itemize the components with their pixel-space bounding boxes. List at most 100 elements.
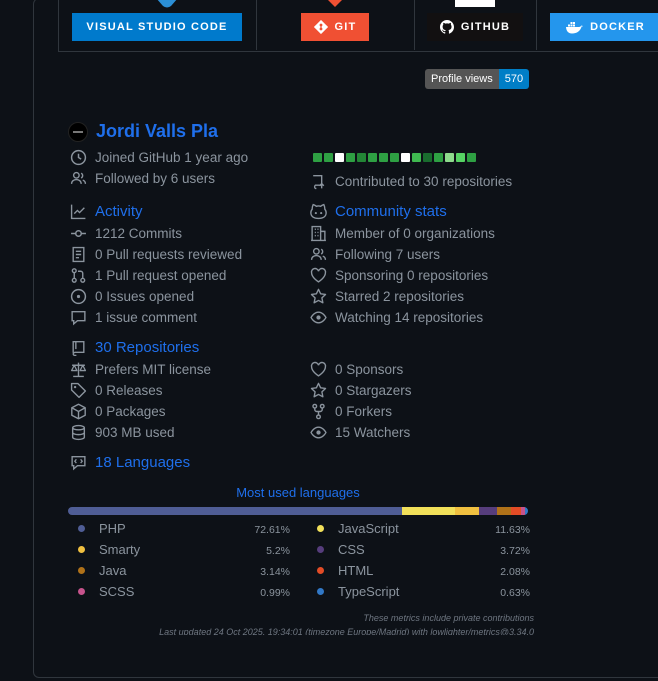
watching-text: Watching 14 repositories <box>335 310 484 325</box>
language-bar-segment <box>510 507 521 515</box>
forkers-text: 0 Forkers <box>335 404 393 419</box>
user-header: Jordi Valls Pla <box>68 121 218 142</box>
language-percent: 11.63% <box>495 524 530 536</box>
watching-row: Watching 14 repositories <box>310 309 483 326</box>
divider <box>414 0 415 50</box>
git-icon <box>313 20 328 34</box>
calendar-day <box>401 153 410 162</box>
code-review-icon <box>72 246 85 263</box>
activity-title[interactable]: Activity <box>95 203 143 220</box>
followers-row: Followed by 6 users <box>70 170 215 187</box>
repositories-header: 30 Repositories <box>70 339 199 356</box>
language-bar-segment <box>402 507 456 515</box>
divider <box>536 0 537 50</box>
pull-requests-text: 1 Pull request opened <box>95 268 227 283</box>
badge-label: VISUAL STUDIO CODE <box>86 21 228 33</box>
languages-bar <box>68 507 528 515</box>
language-color-dot <box>78 588 85 595</box>
calendar-day <box>313 153 322 162</box>
calendar-day <box>379 153 388 162</box>
avatar <box>68 121 88 142</box>
watchers-row: 15 Watchers <box>310 424 410 441</box>
octoface-icon <box>310 203 327 220</box>
language-bar-segment <box>479 507 497 515</box>
github-logo-icon <box>455 0 495 7</box>
calendar-day <box>324 153 333 162</box>
releases-row: 0 Releases <box>70 382 163 399</box>
fork-icon <box>312 403 325 420</box>
sponsoring-text: Sponsoring 0 repositories <box>335 268 489 283</box>
packages-row: 0 Packages <box>70 403 166 420</box>
language-bar-segment <box>68 507 402 515</box>
joined-text: Joined GitHub 1 year ago <box>95 150 249 165</box>
followers-text: Followed by 6 users <box>95 171 216 186</box>
community-title[interactable]: Community stats <box>335 203 447 220</box>
calendar-day <box>412 153 421 162</box>
comments-row: 1 issue comment <box>70 309 197 326</box>
language-color-dot <box>317 567 324 574</box>
user-name[interactable]: Jordi Valls Pla <box>96 121 218 142</box>
eye-icon <box>310 311 327 324</box>
language-color-dot <box>317 525 324 532</box>
languages-title[interactable]: 18 Languages <box>95 454 190 471</box>
language-item: Smarty <box>78 542 140 557</box>
organizations-row: Member of 0 organizations <box>310 225 495 242</box>
repo-push-icon <box>313 174 325 190</box>
community-header: Community stats <box>310 203 447 220</box>
language-color-dot <box>317 546 324 553</box>
repositories-title[interactable]: 30 Repositories <box>95 339 199 356</box>
private-contributions-note: These metrics include private contributi… <box>363 613 534 623</box>
language-item: CSS <box>317 542 365 557</box>
following-row: Following 7 users <box>310 246 440 263</box>
language-name: Smarty <box>99 542 141 557</box>
pull-requests-row: 1 Pull request opened <box>70 267 226 284</box>
profile-views-label: Profile views <box>425 69 499 89</box>
language-name: Java <box>99 563 127 578</box>
contribution-calendar <box>313 153 476 162</box>
language-item: HTML <box>317 563 373 578</box>
releases-text: 0 Releases <box>95 383 163 398</box>
language-name: JavaScript <box>338 521 399 536</box>
language-color-dot <box>78 546 85 553</box>
git-logo-icon <box>328 0 342 7</box>
commit-icon <box>71 229 86 238</box>
pull-request-icon <box>71 268 86 283</box>
badge-label: GIT <box>334 21 357 33</box>
language-name: TypeScript <box>338 584 400 599</box>
star-icon <box>310 288 327 304</box>
database-icon <box>71 424 86 441</box>
star-icon <box>310 382 327 398</box>
docker-badge[interactable]: DOCKER <box>550 13 658 41</box>
tag-icon <box>70 382 87 399</box>
comments-text: 1 issue comment <box>95 310 198 325</box>
vscode-logo-icon <box>157 0 177 8</box>
people-icon <box>70 171 87 184</box>
github-badge[interactable]: GITHUB <box>427 13 523 41</box>
language-percent: 0.99% <box>260 587 290 599</box>
activity-header: Activity <box>70 203 143 220</box>
starred-text: Starred 2 repositories <box>335 289 465 304</box>
commits-row: 1212 Commits <box>70 225 182 242</box>
disk-usage-row: 903 MB used <box>70 424 175 441</box>
eye-icon <box>310 426 327 439</box>
github-icon <box>439 20 454 34</box>
vscode-badge[interactable]: VISUAL STUDIO CODE <box>72 13 242 41</box>
last-updated-note: Last updated 24 Oct 2025, 19:34:01 (time… <box>159 627 534 635</box>
issues-row: 0 Issues opened <box>70 288 194 305</box>
clock-icon <box>70 149 87 166</box>
language-item: PHP <box>78 521 126 536</box>
divider <box>256 0 257 50</box>
profile-views-count: 570 <box>498 69 530 89</box>
language-color-dot <box>317 588 324 595</box>
git-badge[interactable]: GIT <box>301 13 369 41</box>
reviews-row: 0 Pull requests reviewed <box>70 246 242 263</box>
language-name: CSS <box>338 542 365 557</box>
watchers-text: 15 Watchers <box>335 425 411 440</box>
code-square-icon <box>71 455 86 471</box>
language-percent: 3.72% <box>500 545 530 557</box>
people-icon <box>310 247 327 260</box>
calendar-day <box>335 153 344 162</box>
calendar-day <box>346 153 355 162</box>
docker-icon <box>566 21 584 33</box>
heart-icon <box>310 267 327 283</box>
